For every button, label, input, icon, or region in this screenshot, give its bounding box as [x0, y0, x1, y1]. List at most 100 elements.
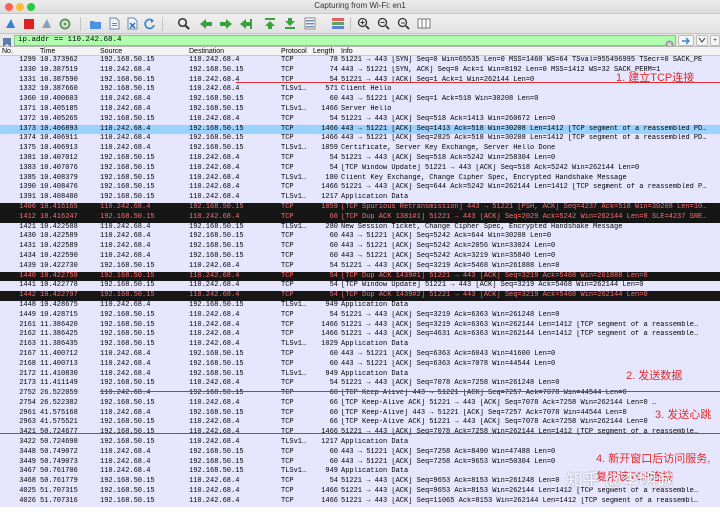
table-row[interactable]: 3422 50.724698 192.168.50.15 110.242.68.4 TL… [0, 438, 720, 448]
cell-length: 1466 [321, 496, 338, 505]
table-row[interactable]: 1391 10.408480 192.168.50.15 110.242.68.4 TL… [0, 193, 720, 203]
cell-time: 10.387519 [40, 65, 78, 74]
cell-source: 192.168.50.15 [100, 310, 155, 319]
cell-time: 10.408476 [40, 183, 78, 192]
resize-columns-icon[interactable] [416, 16, 431, 31]
cell-destination: 192.168.50.15 [189, 104, 244, 113]
cell-time: 10.422778 [40, 281, 78, 290]
filter-history-button[interactable] [696, 35, 708, 46]
cell-destination: 110.242.68.4 [189, 477, 240, 486]
table-row[interactable]: 2163 11.386435 192.168.50.15 110.242.68.4 TL… [0, 340, 720, 350]
table-row[interactable]: 2754 26.522382 192.168.50.15 110.242.68.4 TC… [0, 398, 720, 409]
cell-length: 54 [329, 379, 338, 388]
table-row[interactable]: 1381 10.407012 192.168.50.15 110.242.68.4 TC… [0, 153, 720, 164]
column-info[interactable]: Info [341, 47, 353, 56]
go-to-packet-icon[interactable] [238, 16, 253, 31]
table-row[interactable]: 2161 11.386420 192.168.50.15 110.242.68.4 TC… [0, 320, 720, 331]
column-no[interactable]: No. [2, 47, 13, 56]
table-row[interactable]: 2168 11.400713 110.242.68.4 192.168.50.15 TC… [0, 359, 720, 370]
table-row[interactable]: 1330 10.387519 110.242.68.4 192.168.50.15 TC… [0, 65, 720, 76]
table-row[interactable]: 2162 11.386425 192.168.50.15 110.242.68.4 TC… [0, 330, 720, 341]
normal-size-icon[interactable]: = [396, 16, 411, 31]
restart-capture-icon[interactable] [39, 16, 54, 31]
column-destination[interactable]: Destination [189, 47, 224, 56]
cell-source: 192.168.50.15 [100, 379, 155, 388]
packet-list[interactable]: 1299 10.373962 192.168.50.15 110.242.68.4 TC… [0, 56, 720, 514]
reload-file-icon[interactable] [142, 16, 157, 31]
cell-no: 1406 [19, 202, 36, 211]
cell-no: 1381 [19, 153, 36, 162]
cell-length: 54 [329, 75, 338, 84]
table-row[interactable]: 1449 10.428715 192.168.50.15 110.242.68.4 TC… [0, 310, 720, 321]
cell-info: Application Data [341, 193, 409, 202]
table-row[interactable]: 4026 51.707316 192.168.50.15 110.242.68.4 TC… [0, 496, 720, 507]
table-row[interactable]: 1406 10.416165 110.242.68.4 192.168.50.15 TC… [0, 202, 720, 213]
cell-no: 1431 [19, 242, 36, 251]
cell-destination: 192.168.50.15 [189, 95, 244, 104]
table-row[interactable]: 1360 10.400603 110.242.68.4 192.168.50.15 TC… [0, 95, 720, 105]
column-length[interactable]: Length [313, 47, 334, 56]
cell-source: 192.168.50.15 [100, 291, 155, 300]
open-file-icon[interactable] [88, 16, 103, 31]
table-row[interactable]: 1385 10.408379 192.168.50.15 110.242.68.4 TL… [0, 173, 720, 184]
column-protocol[interactable]: Protocol [281, 47, 307, 56]
table-row[interactable]: 1383 10.407076 192.168.50.15 110.242.68.4 TC… [0, 163, 720, 174]
cell-length: 1466 [321, 487, 338, 496]
cell-info: [TCP Spurious Retransmission] 443 → 5122… [341, 202, 707, 211]
table-row[interactable]: 1373 10.406893 110.242.68.4 192.168.50.15 TC… [0, 124, 720, 135]
capture-options-icon[interactable] [57, 16, 72, 31]
table-row[interactable]: 1421 10.422588 110.242.68.4 192.168.50.15 TL… [0, 222, 720, 233]
column-source[interactable]: Source [100, 47, 122, 56]
save-file-icon[interactable] [106, 16, 121, 31]
table-row[interactable]: 1331 10.387590 192.168.50.15 110.242.68.4 TC… [0, 75, 720, 86]
zoom-in-icon[interactable] [356, 16, 371, 31]
table-row[interactable]: 1448 10.428675 110.242.68.4 192.168.50.15 TL… [0, 300, 720, 311]
table-row[interactable]: 1442 10.422797 192.168.50.15 110.242.68.4 TC… [0, 291, 720, 301]
table-row[interactable]: 1412 10.416247 192.168.50.15 110.242.68.4 TC… [0, 212, 720, 223]
cell-destination: 110.242.68.4 [189, 183, 240, 192]
table-row[interactable]: 2961 41.575168 110.242.68.4 192.168.50.15 TC… [0, 408, 720, 419]
autoscroll-icon[interactable] [302, 16, 317, 31]
cell-protocol: TCP [281, 379, 294, 388]
table-row[interactable]: 1431 10.422589 110.242.68.4 192.168.50.15 TC… [0, 242, 720, 252]
table-row[interactable]: 1440 10.422758 192.168.50.15 110.242.68.4 TC… [0, 271, 720, 282]
cell-protocol: TCP [281, 310, 294, 319]
table-row[interactable]: 1430 10.422589 110.242.68.4 192.168.50.15 TC… [0, 232, 720, 243]
cell-length: 54 [329, 163, 338, 172]
table-row[interactable]: 1372 10.405265 192.168.50.15 110.242.68.4 TC… [0, 114, 720, 125]
zoom-out-icon[interactable] [376, 16, 391, 31]
apply-filter-button[interactable] [678, 35, 694, 46]
go-back-icon[interactable] [198, 16, 213, 31]
cell-protocol: TCP [281, 153, 294, 162]
table-row[interactable]: 2172 11.410830 110.242.68.4 192.168.50.15 TL… [0, 369, 720, 380]
stop-capture-icon[interactable] [21, 16, 36, 31]
column-time[interactable]: Time [40, 47, 55, 56]
shark-fin-icon[interactable] [3, 16, 18, 31]
add-filter-button[interactable]: + [710, 35, 720, 46]
colorize-icon[interactable] [330, 16, 345, 31]
table-row[interactable]: 1374 10.406911 110.242.68.4 192.168.50.15 TC… [0, 134, 720, 145]
table-row[interactable]: 1439 10.422730 192.168.50.15 110.242.68.4 TC… [0, 261, 720, 272]
last-packet-icon[interactable] [282, 16, 297, 31]
table-row[interactable]: 1390 10.408476 192.168.50.15 110.242.68.4 TC… [0, 183, 720, 194]
cell-time: 11.400712 [40, 349, 78, 358]
table-row[interactable]: 1375 10.406913 110.242.68.4 192.168.50.15 TL… [0, 144, 720, 154]
cell-protocol: TCP [281, 95, 294, 104]
cell-time: 10.422797 [40, 291, 78, 300]
table-row[interactable]: 1434 10.422590 110.242.68.4 192.168.50.15 TC… [0, 251, 720, 262]
cell-time: 10.406893 [40, 124, 78, 133]
go-forward-icon[interactable] [218, 16, 233, 31]
close-file-icon[interactable] [124, 16, 139, 31]
table-row[interactable]: 1441 10.422778 192.168.50.15 110.242.68.4 TC… [0, 281, 720, 292]
first-packet-icon[interactable] [262, 16, 277, 31]
table-row[interactable]: 1332 10.387660 192.168.50.15 110.242.68.4 TL… [0, 85, 720, 96]
table-row[interactable]: 2173 11.411149 192.168.50.15 110.242.68.4 TC… [0, 379, 720, 390]
cell-time: 10.428715 [40, 310, 78, 319]
table-row[interactable]: 1299 10.373962 192.168.50.15 110.242.68.4 TC… [0, 56, 720, 66]
table-row[interactable]: 2167 11.400712 110.242.68.4 192.168.50.15 TC… [0, 349, 720, 360]
cell-source: 110.242.68.4 [100, 242, 151, 251]
table-row[interactable]: 1371 10.405185 110.242.68.4 192.168.50.15 TL… [0, 104, 720, 115]
table-row[interactable]: 2963 41.575521 192.168.50.15 110.242.68.4 TC… [0, 418, 720, 429]
find-packet-icon[interactable] [176, 16, 191, 31]
display-filter-input[interactable]: ip.addr == 110.242.68.4 [14, 35, 676, 46]
